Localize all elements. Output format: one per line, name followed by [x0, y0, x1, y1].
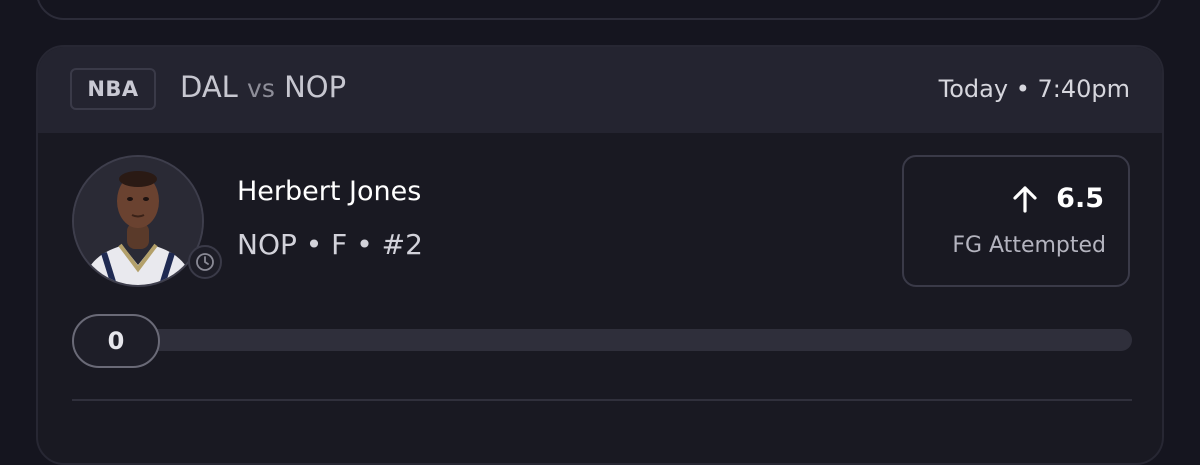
matchup: DAL vs NOP — [180, 70, 346, 104]
clock-icon — [188, 245, 222, 279]
game-time: Today • 7:40pm — [938, 75, 1130, 103]
arrow-up-icon — [1012, 185, 1038, 213]
game-header: NBA DAL vs NOP Today • 7:40pm — [38, 47, 1162, 133]
vs-label: vs — [247, 74, 275, 103]
pick-line-box[interactable]: 6.5 FG Attempted — [902, 155, 1130, 287]
progress-current-value: 0 — [72, 314, 160, 368]
league-badge: NBA — [70, 68, 156, 110]
pick-line: 6.5 — [1012, 183, 1104, 214]
home-team: DAL — [180, 70, 238, 104]
progress-track — [74, 329, 1132, 351]
previous-pick-card — [36, 0, 1162, 20]
pick-line-value: 6.5 — [1056, 183, 1104, 214]
pick-stat-label: FG Attempted — [952, 233, 1106, 258]
player-avatar-group[interactable] — [72, 155, 222, 287]
player-meta: NOP • F • #2 — [237, 228, 423, 261]
away-team: NOP — [284, 70, 347, 104]
player-headshot — [72, 155, 204, 287]
pick-card[interactable]: NBA DAL vs NOP Today • 7:40pm Herbert Jo… — [36, 45, 1164, 465]
player-name[interactable]: Herbert Jones — [237, 176, 421, 207]
card-divider — [72, 399, 1132, 401]
